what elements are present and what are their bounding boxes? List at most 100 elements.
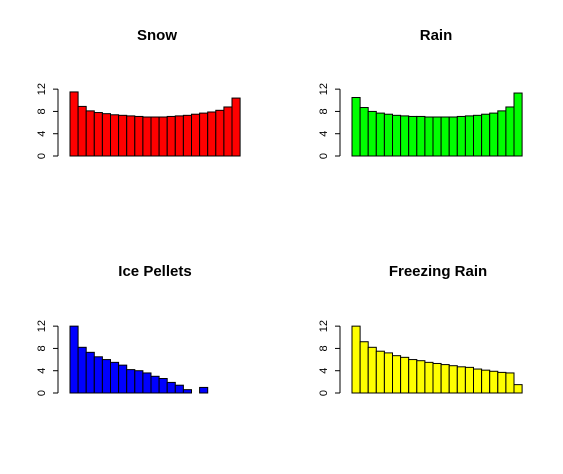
bar-snow-2	[77, 105, 87, 157]
bar-rain-3	[367, 110, 377, 157]
bar-freezing-rain-6	[392, 355, 402, 394]
bar-rain-18	[489, 112, 499, 157]
bar-freezing-rain-3	[367, 346, 377, 394]
y-tick-label: 12	[318, 320, 330, 332]
bar-rain-20	[505, 106, 515, 157]
bar-ice-pellets-14	[174, 384, 184, 394]
bar-rain-14	[456, 115, 466, 157]
bar-rain-9	[416, 115, 426, 157]
y-tick-label: 8	[36, 108, 48, 114]
bar-snow-1	[69, 91, 79, 157]
bar-snow-13	[166, 115, 176, 157]
y-tick-label: 0	[318, 390, 330, 396]
bar-freezing-rain-1	[351, 325, 361, 394]
bar-rain-8	[408, 115, 418, 157]
bar-rain-5	[383, 113, 393, 157]
y-tick-label: 0	[36, 153, 48, 159]
bar-freezing-rain-5	[383, 352, 393, 394]
chart-title: Rain	[420, 27, 453, 44]
panel-rain: Rain 0 4 8 12	[318, 27, 523, 159]
bar-ice-pellets-5	[101, 359, 112, 394]
bar-rain-1	[351, 97, 361, 157]
y-tick-label: 8	[36, 345, 48, 351]
bar-rain-19	[497, 110, 507, 157]
bar-freezing-rain-21	[513, 384, 523, 394]
bar-rain-13	[448, 116, 458, 157]
bar-snow-5	[101, 113, 112, 157]
bar-snow-6	[110, 114, 120, 157]
bar-ice-pellets-17	[199, 386, 209, 394]
bar-freezing-rain-4	[375, 350, 385, 394]
bar-snow-20	[223, 106, 233, 157]
bar-ice-pellets-11	[150, 375, 160, 394]
y-tick-label: 0	[318, 153, 330, 159]
bar-snow-11	[150, 116, 160, 157]
bar-ice-pellets-15	[182, 389, 192, 394]
chart-canvas: Snow04812Rain04812Ice Pellets04812Freezi…	[36, 27, 523, 396]
bar-snow-19	[215, 109, 225, 157]
bar-rain-11	[432, 116, 442, 157]
bar-ice-pellets-6	[110, 361, 120, 394]
bar-freezing-rain-15	[464, 366, 474, 394]
bar-snow-10	[142, 116, 152, 157]
chart-title: Snow	[137, 27, 177, 44]
bar-snow-9	[134, 115, 144, 157]
y-tick-label: 0	[36, 390, 48, 396]
bar-rain-15	[464, 115, 474, 157]
bar-freezing-rain-7	[400, 356, 410, 394]
bar-rain-16	[473, 114, 483, 157]
y-tick-label: 12	[36, 83, 48, 95]
bar-ice-pellets-8	[126, 369, 136, 394]
bar-freezing-rain-16	[473, 368, 483, 394]
bar-snow-3	[85, 110, 95, 157]
bar-rain-12	[440, 116, 450, 157]
bar-snow-16	[191, 113, 201, 157]
y-tick-label: 4	[36, 131, 48, 137]
bar-rain-2	[359, 107, 369, 157]
bar-snow-17	[199, 112, 209, 157]
bar-freezing-rain-8	[408, 359, 418, 394]
bar-ice-pellets-9	[134, 370, 144, 394]
y-tick-label: 4	[318, 131, 330, 137]
bar-ice-pellets-10	[142, 372, 152, 394]
bar-ice-pellets-2	[77, 346, 87, 394]
chart-title: Freezing Rain	[389, 263, 487, 280]
bar-freezing-rain-12	[440, 364, 450, 394]
bar-rain-10	[424, 116, 434, 157]
chart-title: Ice Pellets	[118, 263, 191, 280]
panel-snow: Snow 0 4 8 12	[36, 27, 241, 159]
bar-snow-4	[93, 112, 103, 157]
bar-snow-8	[126, 115, 136, 157]
bar-freezing-rain-18	[489, 370, 499, 394]
bar-snow-18	[207, 111, 217, 157]
bar-snow-14	[174, 115, 184, 157]
bar-freezing-rain-9	[416, 360, 426, 394]
bar-rain-17	[481, 113, 491, 157]
y-tick-label: 12	[318, 83, 330, 95]
bar-snow-12	[158, 116, 168, 157]
bar-freezing-rain-19	[497, 371, 507, 394]
bar-rain-7	[400, 115, 410, 157]
bar-rain-4	[375, 112, 385, 157]
panel-ice-pellets: Ice Pellets 0 4 8 12	[36, 263, 209, 396]
bar-freezing-rain-14	[456, 366, 466, 394]
bar-ice-pellets-4	[93, 356, 103, 394]
bar-ice-pellets-13	[166, 381, 176, 394]
bar-snow-21	[231, 97, 241, 157]
y-tick-label: 4	[318, 368, 330, 374]
bar-freezing-rain-13	[448, 365, 458, 394]
bar-ice-pellets-3	[85, 351, 95, 394]
bar-ice-pellets-12	[158, 378, 168, 394]
bar-freezing-rain-10	[424, 361, 434, 394]
bar-rain-6	[392, 114, 402, 157]
panel-freezing-rain: Freezing Rain 0 4 8 12	[318, 263, 523, 396]
y-tick-label: 8	[318, 345, 330, 351]
bar-snow-15	[182, 114, 192, 157]
y-tick-label: 8	[318, 108, 330, 114]
bar-ice-pellets-1	[69, 325, 79, 394]
bar-snow-7	[118, 114, 128, 157]
bar-ice-pellets-7	[118, 364, 128, 394]
bar-freezing-rain-20	[505, 372, 515, 394]
y-tick-label: 12	[36, 320, 48, 332]
bar-rain-21	[513, 92, 523, 157]
